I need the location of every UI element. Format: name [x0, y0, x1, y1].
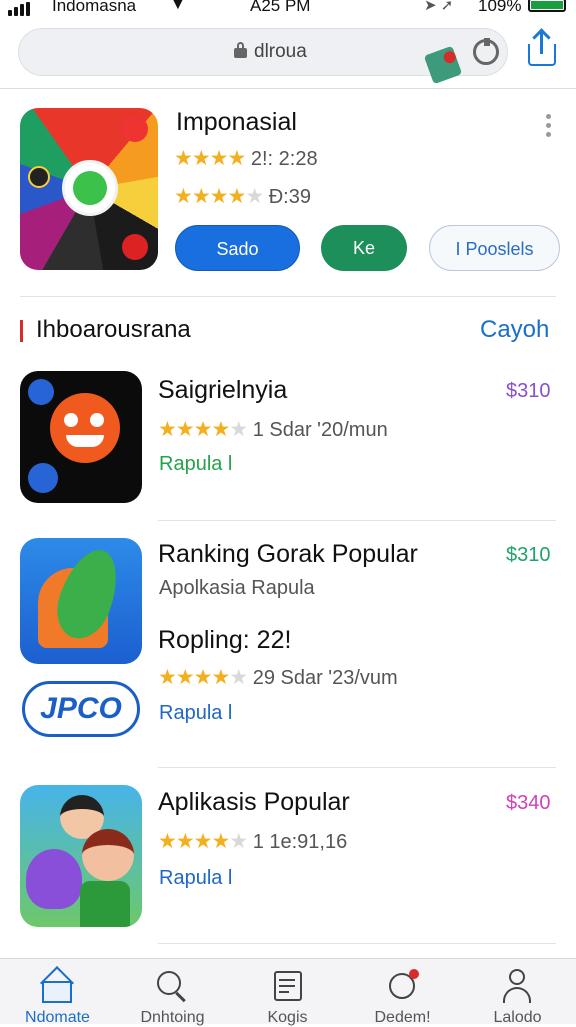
header-divider — [0, 88, 576, 89]
tab-bar: Ndomate Dnhtoing Kogis Dedem! Lalodo — [0, 958, 576, 1026]
app-icon[interactable] — [20, 371, 142, 503]
app-price: $310 — [506, 544, 551, 566]
signal-icon — [8, 2, 30, 16]
carrier-label: Indomasna — [52, 0, 137, 15]
status-bar: Indomasna ▼ A25 PM ➤ ➚ 109% — [0, 0, 576, 20]
app-subtitle: Apolkasia Rapula — [159, 577, 315, 599]
app-rating: ★★★★★ 1 1e:91,16 — [158, 830, 348, 853]
tab-list[interactable]: Kogis — [230, 959, 345, 1026]
battery-percent: 109% — [478, 0, 522, 15]
star-rating-icon: ★★★★★ — [158, 666, 248, 689]
featured-outline-button[interactable]: I Pooslels — [429, 225, 560, 271]
reload-icon[interactable] — [473, 38, 499, 65]
row-divider — [158, 520, 556, 521]
star-rating-icon: ★★★★ — [174, 147, 246, 170]
app-title[interactable]: Ranking Gorak Popular — [158, 540, 418, 569]
badge-icon — [28, 166, 50, 188]
tab-label: Ndomate — [25, 1009, 90, 1026]
row-divider — [158, 943, 556, 944]
tab-label: Lalodo — [493, 1009, 542, 1026]
app-rating: ★★★★★ 1 Sdar '20/mun — [158, 418, 388, 441]
home-icon — [40, 966, 74, 1003]
section-divider — [20, 296, 556, 297]
section-see-all-link[interactable]: Cayoh — [480, 316, 549, 344]
tab-label: Kogis — [267, 1009, 308, 1026]
search-icon — [155, 969, 189, 1003]
app-link[interactable]: Rapula l — [159, 453, 232, 476]
featured-secondary-button[interactable]: Ke — [321, 225, 407, 271]
app-title[interactable]: Saigrielnyia — [158, 376, 287, 405]
tab-label: Dedem! — [374, 1009, 431, 1026]
monster-icon — [26, 849, 82, 909]
star-rating-icon: ★★★★★ — [158, 418, 248, 441]
star-rating-icon: ★★★★★ — [158, 830, 248, 853]
tab-home[interactable]: Ndomate — [0, 959, 115, 1026]
app-link[interactable]: Rapula l — [159, 702, 232, 725]
lock-icon — [234, 42, 247, 58]
row-divider — [158, 767, 556, 768]
list-icon — [270, 969, 304, 1003]
jpco-badge: JPCO — [22, 681, 140, 737]
featured-rating-1: ★★★★ 2!: 2:28 — [174, 147, 318, 170]
url-text: dlroua — [254, 41, 307, 62]
app-extra-title: Ropling: 22! — [158, 626, 292, 654]
app-icon[interactable] — [20, 785, 142, 927]
badge-icon — [122, 116, 148, 142]
tab-profile[interactable]: Lalodo — [460, 959, 575, 1026]
app-price: $340 — [506, 792, 551, 814]
more-options-icon[interactable] — [546, 114, 552, 142]
status-time: A25 PM — [250, 0, 311, 15]
face-icon — [50, 393, 120, 463]
tab-label: Dnhtoing — [140, 1009, 205, 1026]
featured-primary-button[interactable]: Sado — [175, 225, 300, 271]
star-rating-icon: ★★★★★ — [174, 185, 264, 208]
tab-updates[interactable]: Dedem! — [345, 959, 460, 1026]
update-icon — [385, 969, 419, 1003]
profile-icon — [500, 969, 534, 1003]
featured-rating-2: ★★★★★ Ð:39 — [174, 185, 311, 208]
battery-icon — [528, 0, 566, 12]
featured-app-icon[interactable] — [20, 108, 158, 270]
tab-search[interactable]: Dnhtoing — [115, 959, 230, 1026]
app-price: $310 — [506, 380, 551, 402]
location-icon: ➤ ➚ — [424, 0, 454, 14]
badge-icon — [28, 463, 58, 493]
share-icon[interactable] — [528, 32, 558, 66]
section-marker — [20, 320, 23, 342]
app-link[interactable]: Rapula l — [159, 867, 232, 890]
featured-app-title: Imponasial — [176, 108, 297, 136]
badge-icon — [122, 234, 148, 260]
app-icon[interactable] — [20, 538, 142, 664]
play-icon — [28, 379, 54, 405]
phone-icon — [62, 160, 118, 216]
character-icon — [82, 829, 134, 881]
wifi-icon: ▼ — [170, 0, 186, 13]
section-title: Ihboarousrana — [36, 316, 191, 343]
app-title[interactable]: Aplikasis Popular — [158, 788, 350, 817]
app-rating: ★★★★★ 29 Sdar '23/vum — [158, 666, 398, 689]
